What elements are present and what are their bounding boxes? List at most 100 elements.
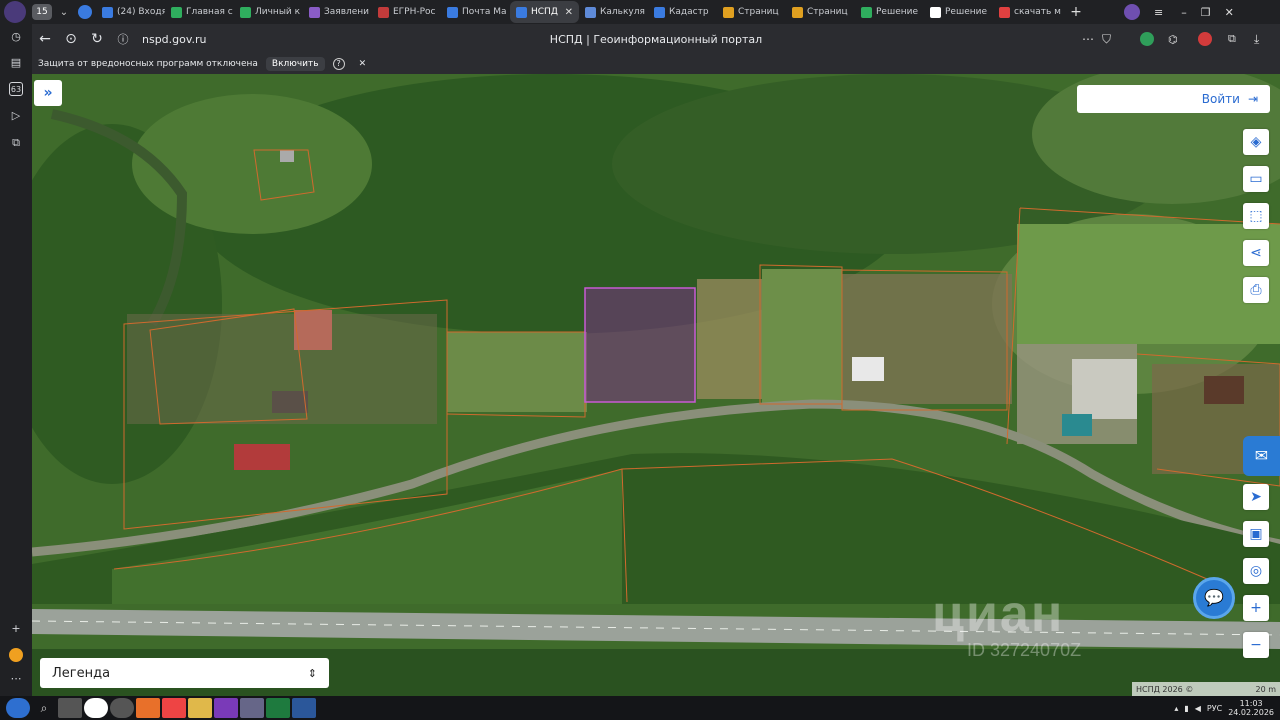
tab-label: НСПД <box>531 7 558 17</box>
add-panel-icon[interactable]: + <box>9 622 23 636</box>
app-c-icon[interactable] <box>110 698 134 718</box>
search-icon[interactable]: ⌕ <box>32 698 56 718</box>
zoom-in-button[interactable]: + <box>1243 595 1269 621</box>
adblock-icon[interactable] <box>1198 32 1212 46</box>
browser-tab[interactable]: Почта Ма <box>441 1 510 23</box>
locate-button[interactable]: ➤ <box>1243 484 1269 510</box>
tray-arrow-icon[interactable]: ▴ <box>1174 704 1178 713</box>
chat-button[interactable]: 💬 <box>1193 577 1235 619</box>
collections-icon[interactable]: ⧉ <box>9 136 23 150</box>
start-button[interactable] <box>6 698 30 718</box>
volume-icon[interactable]: ◀ <box>1195 704 1201 713</box>
minimap-button[interactable]: ▣ <box>1243 521 1269 547</box>
protect-icon[interactable]: ⊙ <box>58 31 84 47</box>
tabs-dropdown-icon[interactable]: ⌄ <box>56 7 72 18</box>
tab-favicon-icon <box>240 6 251 18</box>
share-button[interactable]: ⋖ <box>1243 240 1269 266</box>
close-tab-icon[interactable]: ✕ <box>565 7 573 18</box>
clock-time: 11:03 <box>1239 699 1263 708</box>
zoom-out-button[interactable]: − <box>1243 632 1269 658</box>
expand-panel-button[interactable]: » <box>34 80 62 106</box>
maximize-button[interactable]: ❐ <box>1201 6 1211 19</box>
browser-sidebar: ◷ ▤ 63 ▷ ⧉ + ⋯ <box>0 24 32 696</box>
feedback-side-button[interactable]: ✉ <box>1243 436 1280 476</box>
scale-label: 20 m <box>1255 684 1276 694</box>
more-icon[interactable]: ⋯ <box>9 672 23 686</box>
protection-infobar: Защита от вредоносных программ отключена… <box>32 54 1280 74</box>
url-field[interactable]: nspd.gov.ru <box>142 33 207 46</box>
browser-tab[interactable]: НСПД ✕ <box>510 1 579 23</box>
clock[interactable]: 11:03 24.02.2026 <box>1228 699 1274 717</box>
enable-protection-button[interactable]: Включить <box>265 57 325 71</box>
notes-icon[interactable]: ▤ <box>9 56 23 70</box>
browser-tab[interactable]: Главная с <box>165 1 234 23</box>
tab-label: скачать м <box>1014 7 1061 17</box>
word-icon[interactable] <box>292 698 316 718</box>
tab-count-badge[interactable]: 15 <box>32 4 52 20</box>
extension-glasses-icon[interactable]: ⌬ <box>1168 33 1178 46</box>
network-icon[interactable]: ▮ <box>1184 704 1188 713</box>
tab-favicon-icon <box>447 6 458 18</box>
page-menu-icon[interactable]: ⋯ <box>1082 32 1094 46</box>
extension-vpn-icon[interactable] <box>1140 32 1154 46</box>
back-button[interactable]: ← <box>32 31 58 47</box>
new-tab-button[interactable]: + <box>1066 4 1086 20</box>
browser-tab[interactable]: Страниц <box>786 1 855 23</box>
browser-tab[interactable]: Личный к <box>234 1 303 23</box>
ruler-button[interactable]: ▭ <box>1243 166 1269 192</box>
firefox-icon[interactable] <box>136 698 160 718</box>
layers-button[interactable]: ◈ <box>1243 129 1269 155</box>
tab-pinned[interactable] <box>78 5 92 19</box>
browser-tab[interactable]: Калькуля <box>579 1 648 23</box>
login-label: Войти <box>1201 92 1240 106</box>
explorer-icon[interactable] <box>188 698 212 718</box>
system-tray: ▴ ▮ ◀ РУС 11:03 24.02.2026 <box>1174 699 1280 717</box>
tab-label: Решение <box>945 7 988 17</box>
extensions-icon[interactable]: ⧉ <box>1228 32 1236 46</box>
print-button[interactable]: ⎙ <box>1243 277 1269 303</box>
language-indicator[interactable]: РУС <box>1207 704 1222 713</box>
history-icon[interactable]: ◷ <box>9 30 23 44</box>
select-area-button[interactable]: ⬚ <box>1243 203 1269 229</box>
address-bar: ← ⊙ ↻ ⓘ nspd.gov.ru НСПД | Геоинформацио… <box>32 24 1280 54</box>
tab-favicon-icon <box>585 6 596 18</box>
chevron-updown-icon: ⇕ <box>307 666 317 680</box>
clock-date: 24.02.2026 <box>1228 708 1274 717</box>
assistant-icon[interactable] <box>9 648 23 662</box>
tab-favicon-icon <box>999 6 1010 18</box>
browser-tab[interactable]: Страниц <box>717 1 786 23</box>
minimize-button[interactable]: – <box>1181 6 1187 19</box>
site-info-icon[interactable]: ⓘ <box>110 31 136 47</box>
browser-tab[interactable]: Решение <box>855 1 924 23</box>
pin-search-button[interactable]: ◎ <box>1243 558 1269 584</box>
app-purple-icon[interactable] <box>214 698 238 718</box>
browser-tab[interactable]: Решение <box>924 1 993 23</box>
bookmark-icon[interactable]: ⛉ <box>1102 32 1111 47</box>
tab-favicon-icon <box>792 6 803 18</box>
help-icon[interactable]: ? <box>332 58 345 70</box>
browser-menu-icon[interactable] <box>4 1 26 23</box>
sound-app-icon[interactable] <box>58 698 82 718</box>
tab-label: Калькуля <box>600 7 645 17</box>
browser-tab[interactable]: скачать м <box>993 1 1062 23</box>
mail-badge[interactable]: 63 <box>9 82 23 96</box>
bookmarks-icon[interactable]: ≡ <box>1154 6 1163 19</box>
browser-tab[interactable]: (24) Входя <box>96 1 165 23</box>
close-infobar-icon[interactable]: ✕ <box>359 59 367 69</box>
excel-icon[interactable] <box>266 698 290 718</box>
browser-tab[interactable]: Заявлени <box>303 1 372 23</box>
tab-favicon-icon <box>378 6 389 18</box>
map-canvas[interactable]: циан ID 32724070Z » Войти ⇥ ◈ ▭ ⬚ ⋖ ⎙ ✉ … <box>32 74 1280 696</box>
reload-button[interactable]: ↻ <box>84 31 110 47</box>
yandex-icon[interactable] <box>162 698 186 718</box>
legend-selector[interactable]: Легенда ⇕ <box>40 658 329 688</box>
photos-icon[interactable] <box>240 698 264 718</box>
yandex-browser-icon[interactable] <box>84 698 108 718</box>
browser-tab[interactable]: ЕГРН-Рос <box>372 1 441 23</box>
profile-avatar[interactable] <box>1124 4 1140 20</box>
video-icon[interactable]: ▷ <box>9 109 23 123</box>
browser-tab[interactable]: Кадастр <box>648 1 717 23</box>
downloads-icon[interactable]: ⤓ <box>1254 32 1259 47</box>
login-button[interactable]: Войти ⇥ <box>1077 85 1270 113</box>
close-window-button[interactable]: ✕ <box>1225 6 1234 19</box>
